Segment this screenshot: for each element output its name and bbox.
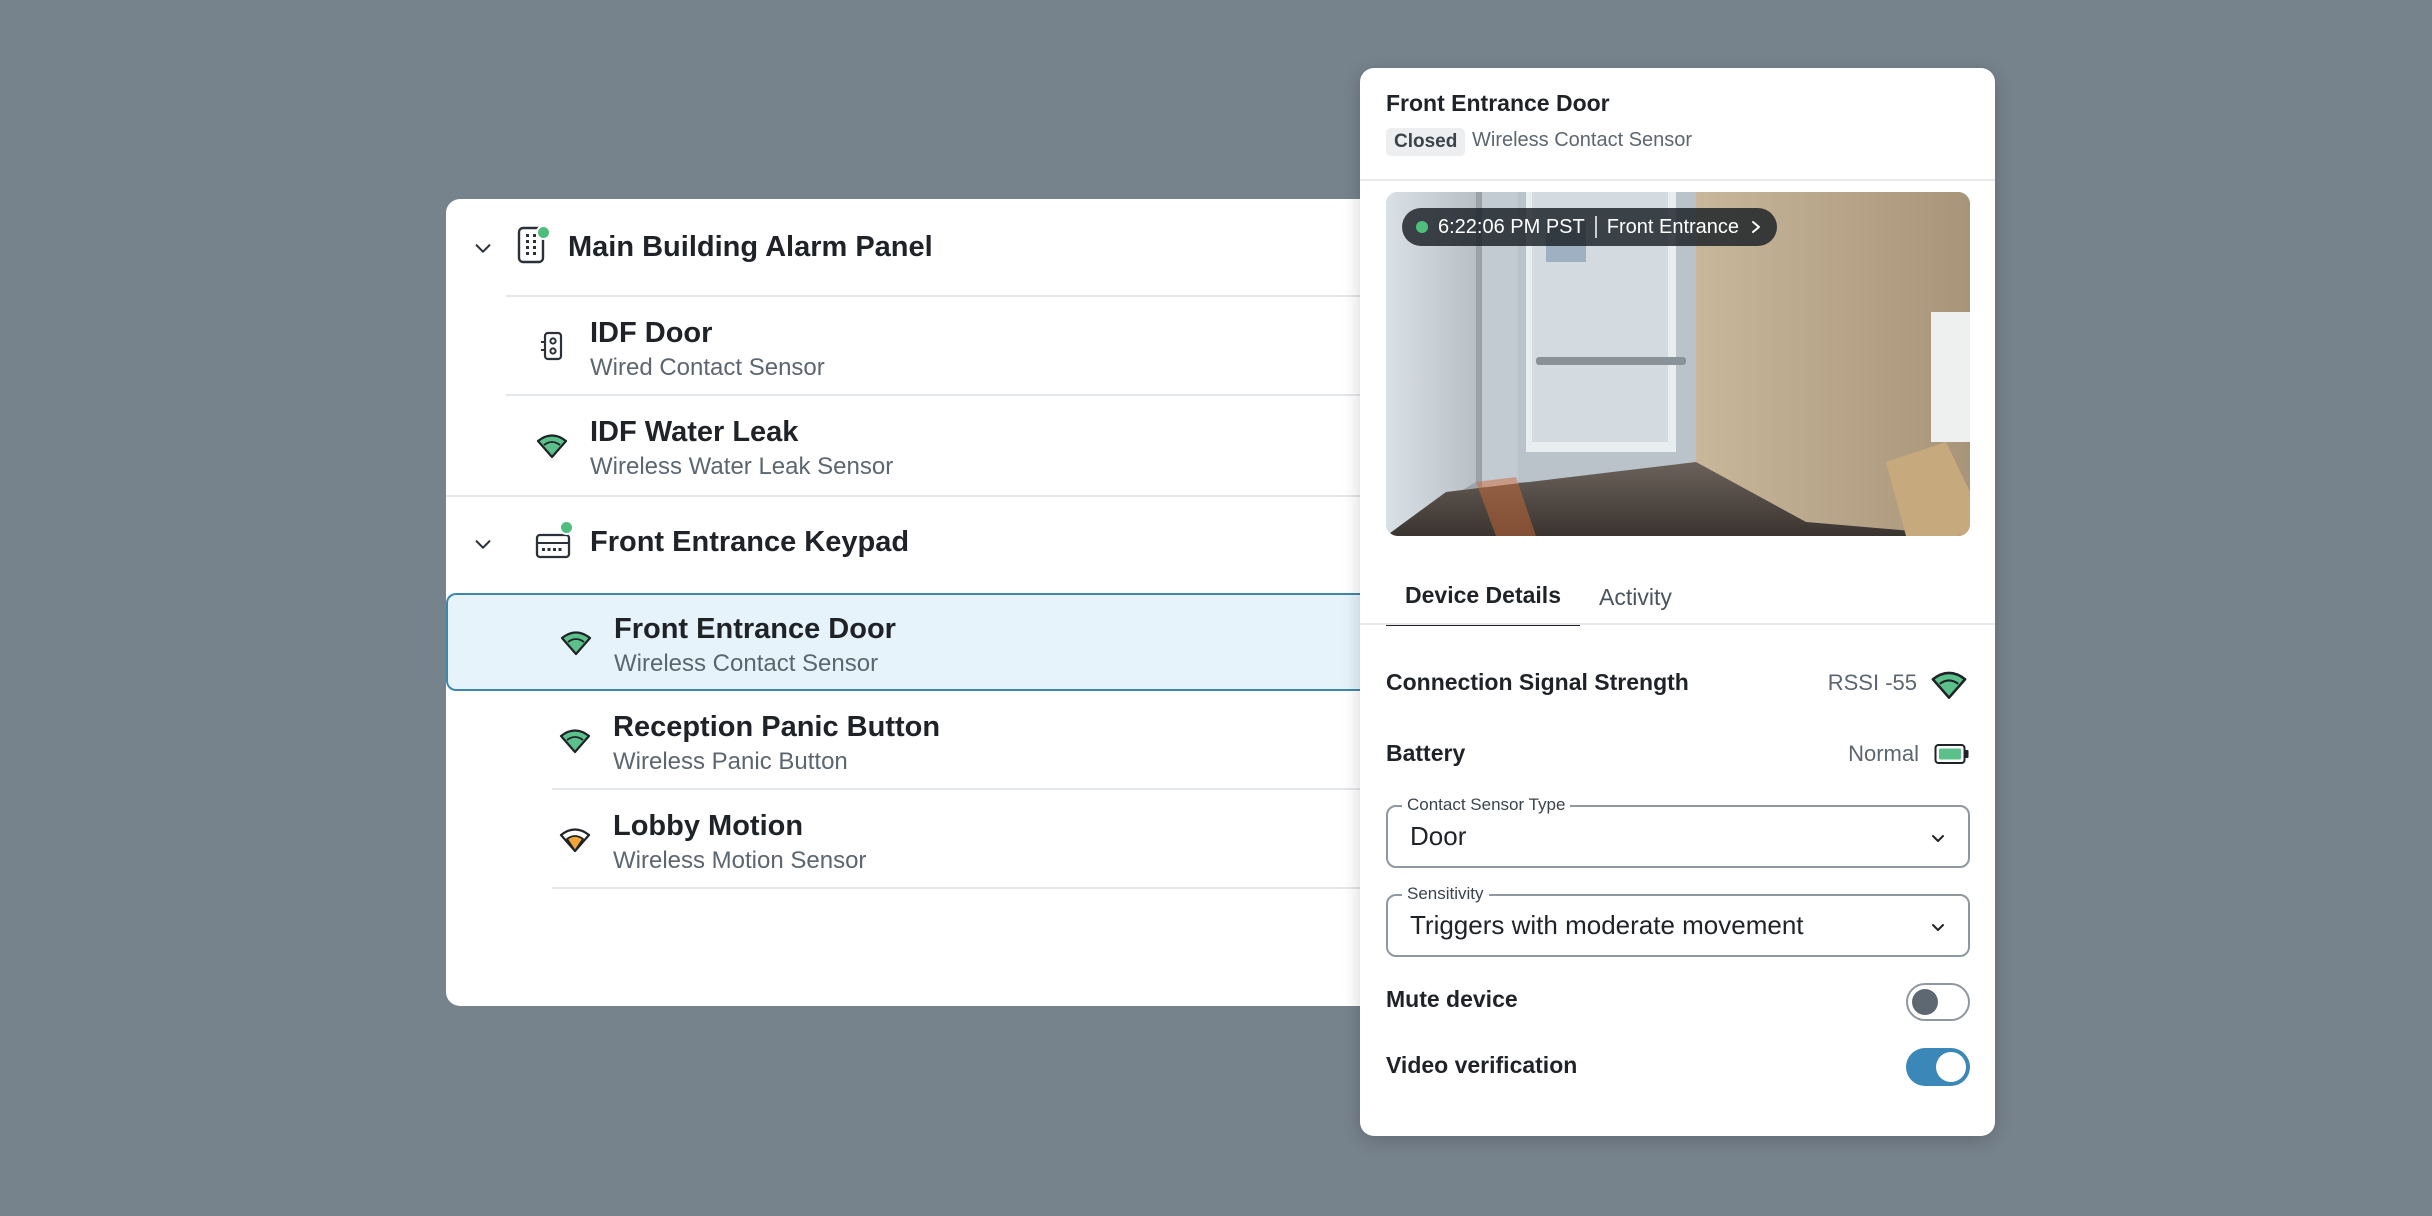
camera-name: Front Entrance [1606,215,1740,238]
device-row-lobby-motion[interactable]: Lobby Motion Wireless Motion Sensor [446,790,1376,889]
device-details-panel: Front Entrance Door Closed Wireless Cont… [1360,68,1995,1136]
battery-label: Battery [1386,740,1466,766]
sensitivity-value: Triggers with moderate movement [1410,910,1804,940]
device-title: Reception Panic Button [613,711,941,743]
device-subtitle: Wireless Water Leak Sensor [590,453,894,480]
device-row-reception-panic-button[interactable]: Reception Panic Button Wireless Panic Bu… [446,691,1376,790]
camera-timestamp-pill[interactable]: 6:22:06 PM PST Front Entrance [1402,208,1778,246]
wireless-signal-strong-icon [558,625,594,661]
wireless-signal-strong-icon [1931,671,1967,699]
group-row-main-building[interactable]: Main Building Alarm Panel [446,199,1376,297]
device-row-idf-water-leak[interactable]: IDF Water Leak Wireless Water Leak Senso… [446,396,1376,495]
sensitivity-select[interactable]: Sensitivity Triggers with moderate movem… [1386,884,1970,957]
group-title: Main Building Alarm Panel [568,231,933,263]
contact-sensor-type-select[interactable]: Contact Sensor Type Door [1386,795,1970,868]
device-subtitle: Wired Contact Sensor [590,354,825,381]
device-tree-card: Main Building Alarm Panel IDF Door Wired… [446,199,1376,1006]
live-status-dot [1416,221,1428,233]
wireless-signal-strong-icon [557,723,593,759]
tab-device-details[interactable]: Device Details [1386,568,1580,626]
device-title: IDF Door [590,317,713,349]
wireless-signal-weak-icon [557,822,593,858]
video-verification-toggle[interactable] [1906,1048,1970,1086]
battery-value: Normal [1848,741,1919,766]
contact-sensor-type-label: Contact Sensor Type [1402,795,1571,815]
wireless-signal-strong-icon [534,428,570,464]
tab-activity[interactable]: Activity [1580,568,1691,626]
device-subtitle: Wireless Contact Sensor [614,650,879,677]
signal-strength-value: RSSI -55 [1827,670,1917,695]
group-title: Front Entrance Keypad [590,526,910,558]
chevron-right-icon [1752,221,1761,233]
battery-icon [1934,744,1969,764]
video-verification-label: Video verification [1386,1052,1578,1078]
device-title: Lobby Motion [613,810,804,842]
mute-device-toggle[interactable] [1906,983,1970,1021]
camera-feed[interactable]: 6:22:06 PM PST Front Entrance [1386,192,1970,536]
device-row-front-entrance-door[interactable]: Front Entrance Door Wireless Contact Sen… [446,593,1376,691]
contact-sensor-type-value: Door [1410,821,1467,851]
device-subtitle: Wireless Motion Sensor [613,847,867,874]
signal-strength-label: Connection Signal Strength [1386,669,1689,695]
chevron-down-icon [1932,924,1944,931]
chevron-down-icon[interactable] [472,237,494,259]
chevron-down-icon[interactable] [472,533,494,555]
status-badge: Closed [1386,128,1466,156]
details-tabs: Device Details Activity [1386,568,1995,626]
group-row-front-entrance-keypad[interactable]: Front Entrance Keypad [446,495,1376,593]
sensitivity-label: Sensitivity [1402,884,1489,904]
wired-sensor-icon [534,328,570,364]
device-title: IDF Water Leak [590,416,799,448]
panel-title: Front Entrance Door [1386,90,1610,116]
chevron-down-icon [1932,835,1944,842]
device-row-idf-door[interactable]: IDF Door Wired Contact Sensor [446,297,1376,396]
online-status-dot [536,225,551,240]
mute-device-label: Mute device [1386,986,1518,1012]
device-subtitle: Wireless Panic Button [613,748,848,775]
camera-timestamp: 6:22:06 PM PST [1438,215,1585,238]
device-type-label: Wireless Contact Sensor [1472,129,1693,151]
device-title: Front Entrance Door [614,613,896,645]
online-status-dot [559,520,574,535]
